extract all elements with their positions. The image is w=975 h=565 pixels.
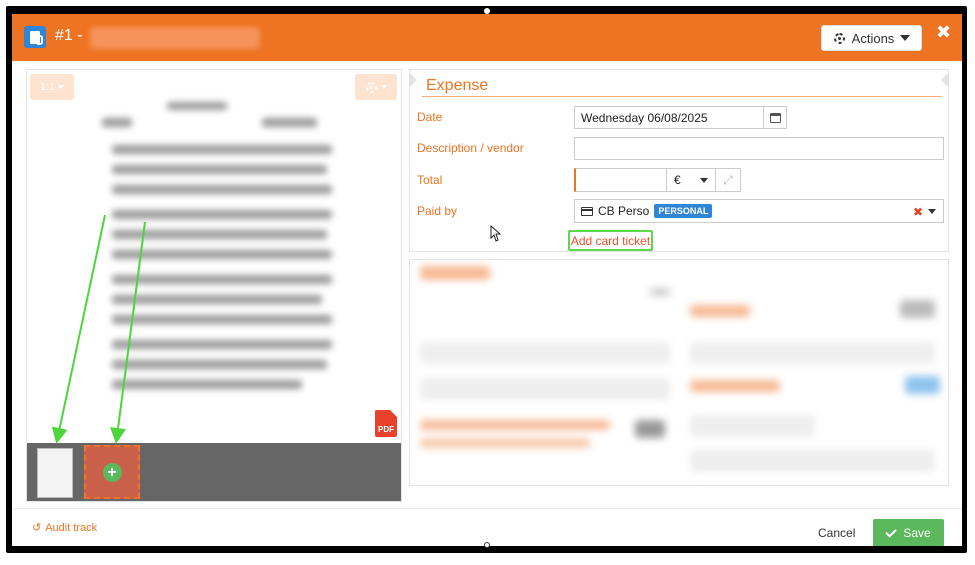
resize-handle-top[interactable] [484, 8, 490, 14]
calendar-icon [769, 112, 781, 123]
expand-button[interactable]: ⤢ [715, 168, 741, 192]
clear-icon[interactable]: ✖ [913, 205, 923, 219]
blurred-panel [409, 259, 949, 486]
paid-by-value: CB Perso [598, 204, 650, 218]
currency-select[interactable]: € [666, 168, 716, 192]
credit-card-icon [581, 206, 593, 216]
description-field[interactable] [574, 137, 944, 160]
expense-section: Expense Date Wednesday 06/08/2025 Descri… [409, 69, 949, 252]
modal-header: #1 - Actions ✖ [12, 14, 962, 61]
modal-footer: ↺ Audit track Cancel Save [12, 508, 962, 546]
cancel-button[interactable]: Cancel [818, 526, 855, 540]
gear-icon [365, 81, 378, 94]
audit-track-link[interactable]: ↺ Audit track [32, 521, 98, 535]
date-field[interactable]: Wednesday 06/08/2025 [574, 106, 764, 129]
chevron-down-icon [58, 85, 65, 89]
chevron-down-icon [700, 177, 708, 183]
thumbnail-strip: + [27, 443, 401, 501]
total-field[interactable] [574, 168, 667, 192]
expand-icon: ⤢ [723, 172, 733, 187]
expense-modal: #1 - Actions ✖ 1:1 PDF + Expense Date We… [12, 14, 962, 546]
pdf-icon[interactable]: PDF [375, 410, 397, 437]
currency-value: € [674, 173, 681, 187]
fuel-pump-icon [24, 26, 46, 48]
redacted-title [90, 27, 260, 49]
gear-icon [833, 32, 846, 45]
zoom-label: 1:1 [39, 81, 56, 93]
chevron-down-icon [900, 35, 911, 41]
chevron-down-icon [381, 85, 387, 89]
resize-handle-bottom[interactable] [484, 542, 490, 548]
calendar-button[interactable] [763, 106, 787, 129]
personal-badge: PERSONAL [654, 204, 713, 218]
audit-track-label: Audit track [45, 521, 98, 534]
hand-cursor-icon [490, 225, 502, 242]
section-title: Expense [426, 77, 489, 94]
check-icon [885, 525, 897, 538]
document-viewer: 1:1 PDF + [26, 69, 402, 502]
description-label: Description / vendor [417, 141, 524, 155]
actions-button[interactable]: Actions [821, 25, 922, 51]
paid-by-label: Paid by [417, 204, 458, 218]
zoom-button[interactable]: 1:1 [30, 74, 74, 100]
total-label: Total [417, 173, 443, 187]
close-icon[interactable]: ✖ [936, 22, 951, 43]
add-attachment-button[interactable]: + [84, 445, 140, 499]
viewer-settings-button[interactable] [355, 74, 397, 100]
save-label: Save [903, 526, 931, 540]
actions-label: Actions [851, 30, 895, 46]
date-label: Date [417, 110, 443, 124]
page-thumbnail[interactable] [37, 448, 73, 498]
chevron-down-icon [928, 209, 936, 214]
modal-title: #1 - [55, 27, 83, 44]
history-icon: ↺ [32, 522, 42, 534]
plus-circle-icon: + [102, 462, 122, 482]
document-preview [87, 90, 347, 400]
add-card-ticket-link[interactable]: Add card ticket [568, 230, 653, 251]
save-button[interactable]: Save [873, 519, 944, 546]
paid-by-select[interactable]: CB Perso PERSONAL ✖ [574, 199, 944, 223]
